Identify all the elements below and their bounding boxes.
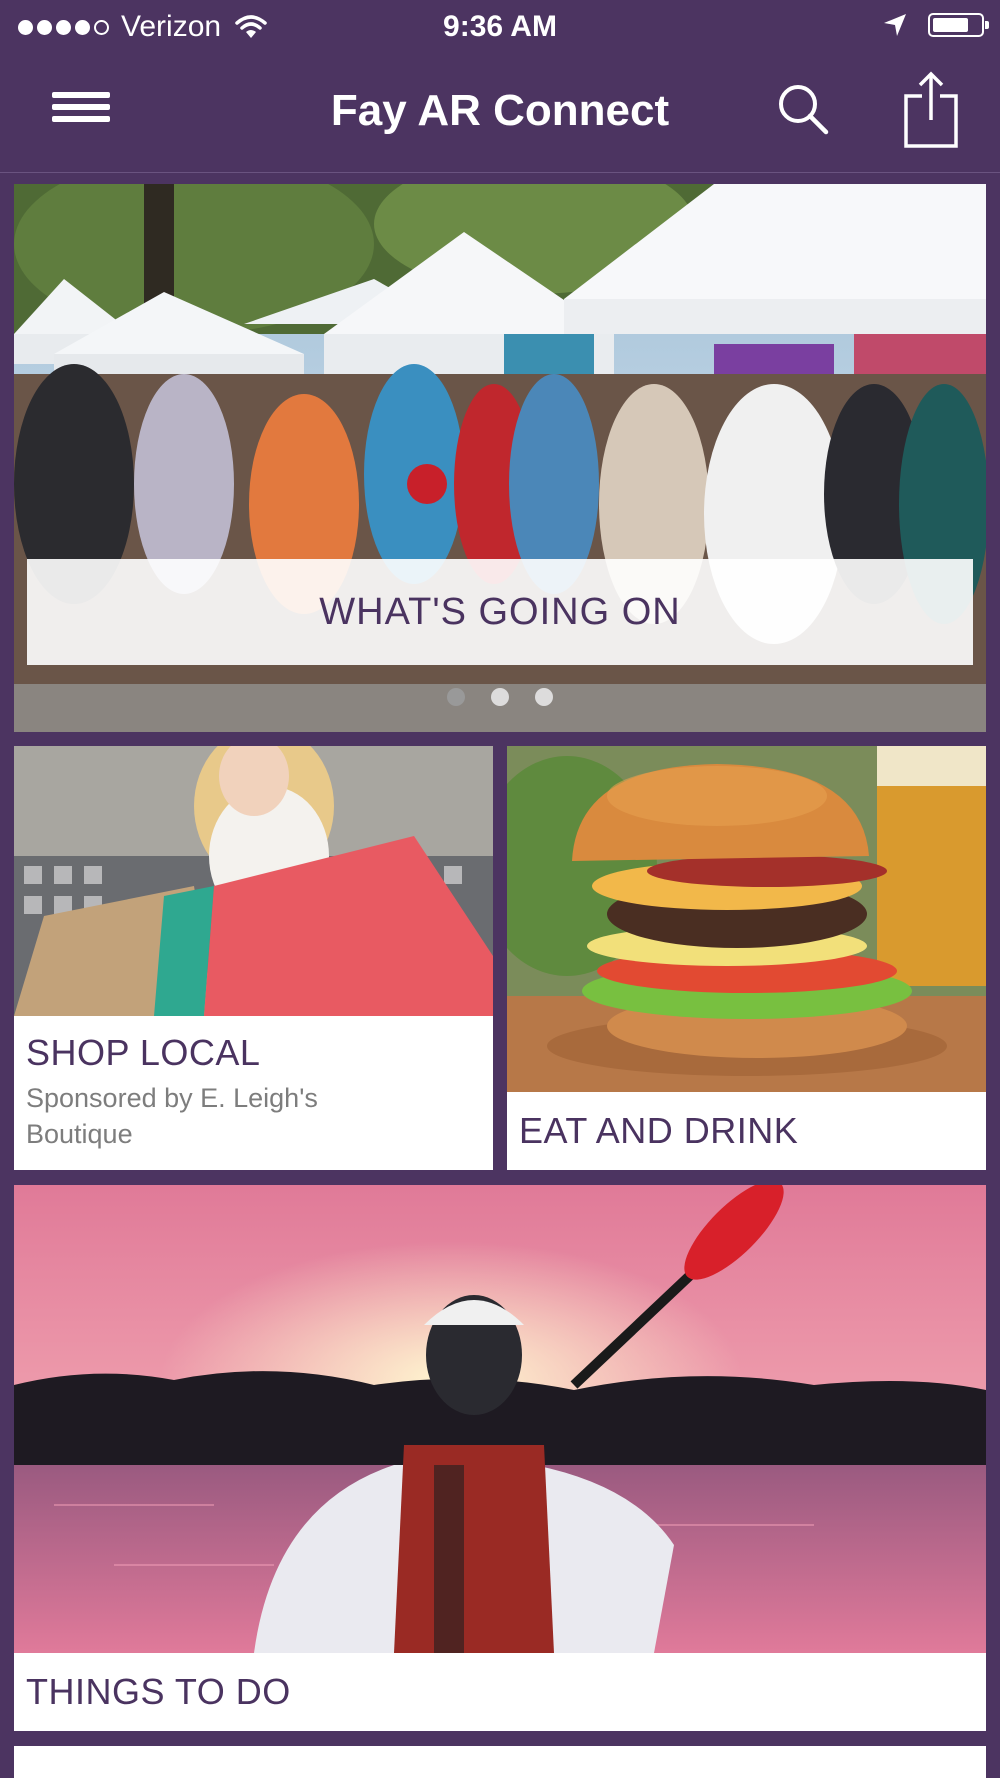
whats-going-on-label: WHAT'S GOING ON — [27, 559, 973, 665]
things-to-do-card[interactable]: THINGS TO DO — [14, 1185, 986, 1731]
location-arrow-icon — [884, 14, 906, 36]
shopping-bags-image — [14, 746, 493, 1016]
carousel-dot-2[interactable] — [491, 688, 509, 706]
eat-and-drink-title: EAT AND DRINK — [519, 1110, 799, 1151]
carousel-page-indicator — [14, 688, 986, 706]
status-bar: Verizon 9:36 AM — [0, 0, 1000, 56]
search-button[interactable] — [776, 82, 832, 138]
shop-local-sponsor: Sponsored by E. Leigh's Boutique — [26, 1080, 481, 1152]
shop-local-caption: SHOP LOCAL Sponsored by E. Leigh's Bouti… — [14, 1016, 493, 1170]
eat-and-drink-caption: EAT AND DRINK — [507, 1092, 986, 1170]
app-header: Fay AR Connect — [0, 56, 1000, 173]
share-icon — [904, 71, 958, 148]
battery-icon — [928, 13, 989, 37]
app-title: Fay AR Connect — [330, 86, 670, 135]
sponsor-line-2: Boutique — [26, 1119, 133, 1149]
shop-local-title: SHOP LOCAL — [26, 1032, 261, 1073]
eat-and-drink-card[interactable]: EAT AND DRINK — [507, 746, 986, 1170]
search-icon — [779, 85, 829, 135]
things-to-do-title: THINGS TO DO — [26, 1671, 291, 1712]
things-to-do-caption: THINGS TO DO — [14, 1653, 986, 1731]
carousel-dot-1[interactable] — [447, 688, 465, 706]
sponsor-line-1: Sponsored by E. Leigh's — [26, 1083, 318, 1113]
burger-image — [507, 746, 986, 1092]
next-card-peek[interactable] — [14, 1746, 986, 1778]
whats-going-on-card[interactable]: WHAT'S GOING ON — [14, 184, 986, 732]
battery-fill — [933, 18, 968, 32]
share-button[interactable] — [902, 70, 960, 150]
status-time: 9:36 AM — [443, 10, 557, 43]
kayaker-sunset-image — [14, 1185, 986, 1653]
carousel-dot-3[interactable] — [535, 688, 553, 706]
shop-local-card[interactable]: SHOP LOCAL Sponsored by E. Leigh's Bouti… — [14, 746, 493, 1170]
status-right — [882, 12, 989, 38]
